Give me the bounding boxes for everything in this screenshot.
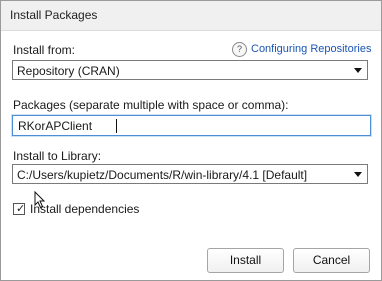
cancel-button[interactable]: Cancel (293, 248, 370, 273)
install-from-value: Repository (CRAN) (17, 64, 120, 78)
packages-input[interactable]: RKorAPClient (12, 115, 371, 136)
check-icon: ✓ (16, 203, 26, 215)
library-value: C:/Users/kupietz/Documents/R/win-library… (17, 168, 308, 182)
install-dependencies-checkbox[interactable]: ✓ (13, 203, 25, 215)
mouse-pointer-icon (34, 191, 46, 209)
chevron-down-icon (354, 172, 362, 177)
title-bar: Install Packages (1, 1, 381, 31)
install-from-select[interactable]: Repository (CRAN) (12, 60, 368, 80)
install-dependencies-label[interactable]: Install dependencies (30, 202, 139, 216)
help-icon[interactable]: ? (232, 42, 247, 57)
configuring-repositories-link[interactable]: Configuring Repositories (251, 43, 371, 55)
install-from-label: Install from: (13, 43, 76, 57)
install-to-library-label: Install to Library: (13, 149, 102, 163)
packages-input-value: RKorAPClient (18, 119, 93, 133)
text-caret (116, 119, 117, 133)
chevron-down-icon (354, 68, 362, 73)
packages-label: Packages (separate multiple with space o… (13, 98, 289, 112)
dialog-title: Install Packages (10, 8, 98, 22)
install-button[interactable]: Install (207, 248, 284, 273)
install-packages-dialog: Install Packages Install from: ? Configu… (0, 0, 382, 281)
library-select[interactable]: C:/Users/kupietz/Documents/R/win-library… (12, 164, 368, 184)
